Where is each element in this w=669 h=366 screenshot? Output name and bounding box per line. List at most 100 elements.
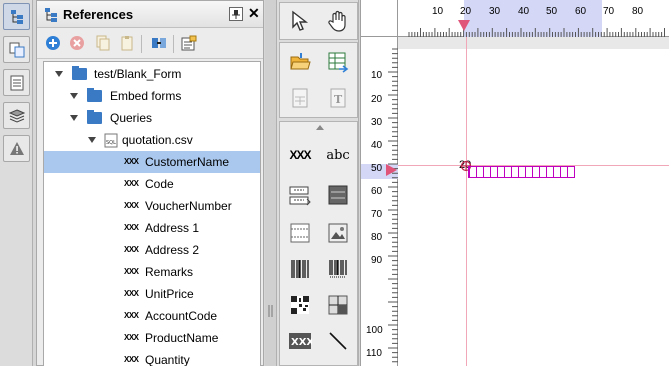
folder-icon <box>72 66 87 80</box>
ruler-ticks <box>388 48 398 363</box>
image-tool-button[interactable] <box>323 218 353 248</box>
layers-panel-button[interactable] <box>3 102 30 129</box>
field-box-icon: XXX <box>289 333 312 349</box>
frame-tool-button[interactable] <box>285 218 315 248</box>
panel-splitter[interactable] <box>265 0 276 366</box>
svg-text:XXX: XXX <box>291 337 312 348</box>
pointer-tools <box>279 2 358 40</box>
tree-field-item[interactable]: XXX AccountCode <box>44 305 260 327</box>
import-table-button[interactable] <box>323 47 353 77</box>
tree-node-csv[interactable]: SQL quotation.csv <box>44 129 260 151</box>
tree-node-embed-forms[interactable]: Embed forms <box>44 85 260 107</box>
forms-panel-button[interactable] <box>3 36 30 63</box>
field-label: UnitPrice <box>145 287 194 301</box>
tree-field-item[interactable]: XXX ProductName <box>44 327 260 349</box>
combo-tool-button[interactable] <box>285 180 315 210</box>
field-label: Quantity <box>145 353 190 366</box>
sql-file-icon: SQL <box>104 133 118 148</box>
side-panel-switcher <box>0 0 33 366</box>
field-label: Address 1 <box>145 221 200 235</box>
delete-button[interactable] <box>67 33 87 53</box>
hand-icon <box>328 10 346 32</box>
ruler-tick-label: 100 <box>366 325 383 336</box>
form-field-object[interactable] <box>468 166 575 178</box>
barcode2-tool-button[interactable] <box>323 254 353 284</box>
object-tools: XXX abc XXX <box>279 121 358 366</box>
ruler-tick-label: 50 <box>546 6 558 17</box>
link-icon <box>152 38 166 48</box>
field-label: ProductName <box>145 331 219 345</box>
form-grid-icon <box>292 88 308 108</box>
tree-node-root[interactable]: test/Blank_Form <box>44 63 260 85</box>
barcode-tool-button[interactable] <box>285 254 315 284</box>
properties-button[interactable] <box>179 33 199 53</box>
properties-icon <box>181 35 197 51</box>
stamp-tool-button[interactable]: XXX <box>285 326 315 356</box>
line-tool-button[interactable] <box>323 326 353 356</box>
tree-field-item[interactable]: XXX Remarks <box>44 261 260 283</box>
close-icon: ✕ <box>248 5 260 21</box>
close-button[interactable]: ✕ <box>248 6 260 20</box>
references-panel-button[interactable] <box>3 3 30 30</box>
ruler-tick-label: 40 <box>371 140 383 151</box>
field-label: Remarks <box>145 265 194 279</box>
row-guide-marker[interactable] <box>386 164 398 176</box>
toolbar-separator <box>141 35 142 53</box>
hand-tool-button[interactable] <box>323 6 353 36</box>
reference-tree: test/Blank_Form Embed forms Queries SQL … <box>43 61 261 366</box>
add-icon <box>46 36 60 50</box>
table-dark-icon <box>328 185 348 205</box>
scroll-up-icon[interactable] <box>316 125 324 130</box>
tree-field-item[interactable]: XXX Code <box>44 173 260 195</box>
field-icon: XXX <box>124 201 139 210</box>
field-icon: XXX <box>124 157 139 166</box>
svg-text:SQL: SQL <box>106 140 116 146</box>
tree-field-item[interactable]: XXX Address 2 <box>44 239 260 261</box>
select-tool-button[interactable] <box>285 6 315 36</box>
vertical-guide-line <box>466 37 467 366</box>
crosshair-tool-button[interactable] <box>323 290 353 320</box>
list-panel-button[interactable] <box>3 69 30 96</box>
warnings-panel-button[interactable] <box>3 135 30 162</box>
panel-title: References <box>63 7 134 22</box>
tree-field-item[interactable]: XXX UnitPrice <box>44 283 260 305</box>
field-icon: XXX <box>124 179 139 188</box>
text-doc-icon: T <box>330 88 346 108</box>
ruler-tick-label: 70 <box>603 6 615 17</box>
ruler-tick-label: 90 <box>371 255 383 266</box>
app-window: References ✕ test/Blank_Form Embed forms… <box>0 0 669 366</box>
pin-button[interactable] <box>229 7 243 21</box>
qr-code-icon <box>291 296 309 314</box>
tree-icon <box>10 9 23 24</box>
open-file-button[interactable] <box>285 47 315 77</box>
form-page[interactable] <box>398 49 669 366</box>
folder-icon <box>87 110 102 124</box>
insert-text-form-button[interactable]: T <box>323 83 353 113</box>
tree-field-item[interactable]: XXX Quantity <box>44 349 260 366</box>
link-button[interactable] <box>149 33 169 53</box>
tree-node-queries[interactable]: Queries <box>44 107 260 129</box>
page-margin-top <box>398 37 669 49</box>
copy-icon <box>96 35 110 51</box>
svg-text:T: T <box>334 93 343 106</box>
copy-button[interactable] <box>93 33 113 53</box>
ruler-tick-label: 20 <box>371 94 383 105</box>
barcode-labeled-icon <box>329 260 347 278</box>
field-label: Address 2 <box>145 243 200 257</box>
text-tool-icon: abc <box>326 147 350 163</box>
folder-open-icon <box>290 53 311 70</box>
tree-field-item[interactable]: XXX Address 1 <box>44 217 260 239</box>
column-guide-marker[interactable] <box>458 20 470 32</box>
text-tool-button[interactable]: abc <box>323 140 353 170</box>
insert-form-button[interactable] <box>285 83 315 113</box>
table-tool-button[interactable] <box>323 180 353 210</box>
paste-button[interactable] <box>117 33 137 53</box>
ruler-tick-label: 30 <box>371 117 383 128</box>
delete-icon <box>70 36 84 50</box>
field-tool-button[interactable]: XXX <box>285 140 315 170</box>
ruler-tick-label: 110 <box>366 348 382 359</box>
qrcode-tool-button[interactable] <box>285 290 315 320</box>
tree-field-item[interactable]: XXX VoucherNumber <box>44 195 260 217</box>
add-button[interactable] <box>43 33 63 53</box>
tree-field-item[interactable]: XXX CustomerName <box>44 151 260 173</box>
